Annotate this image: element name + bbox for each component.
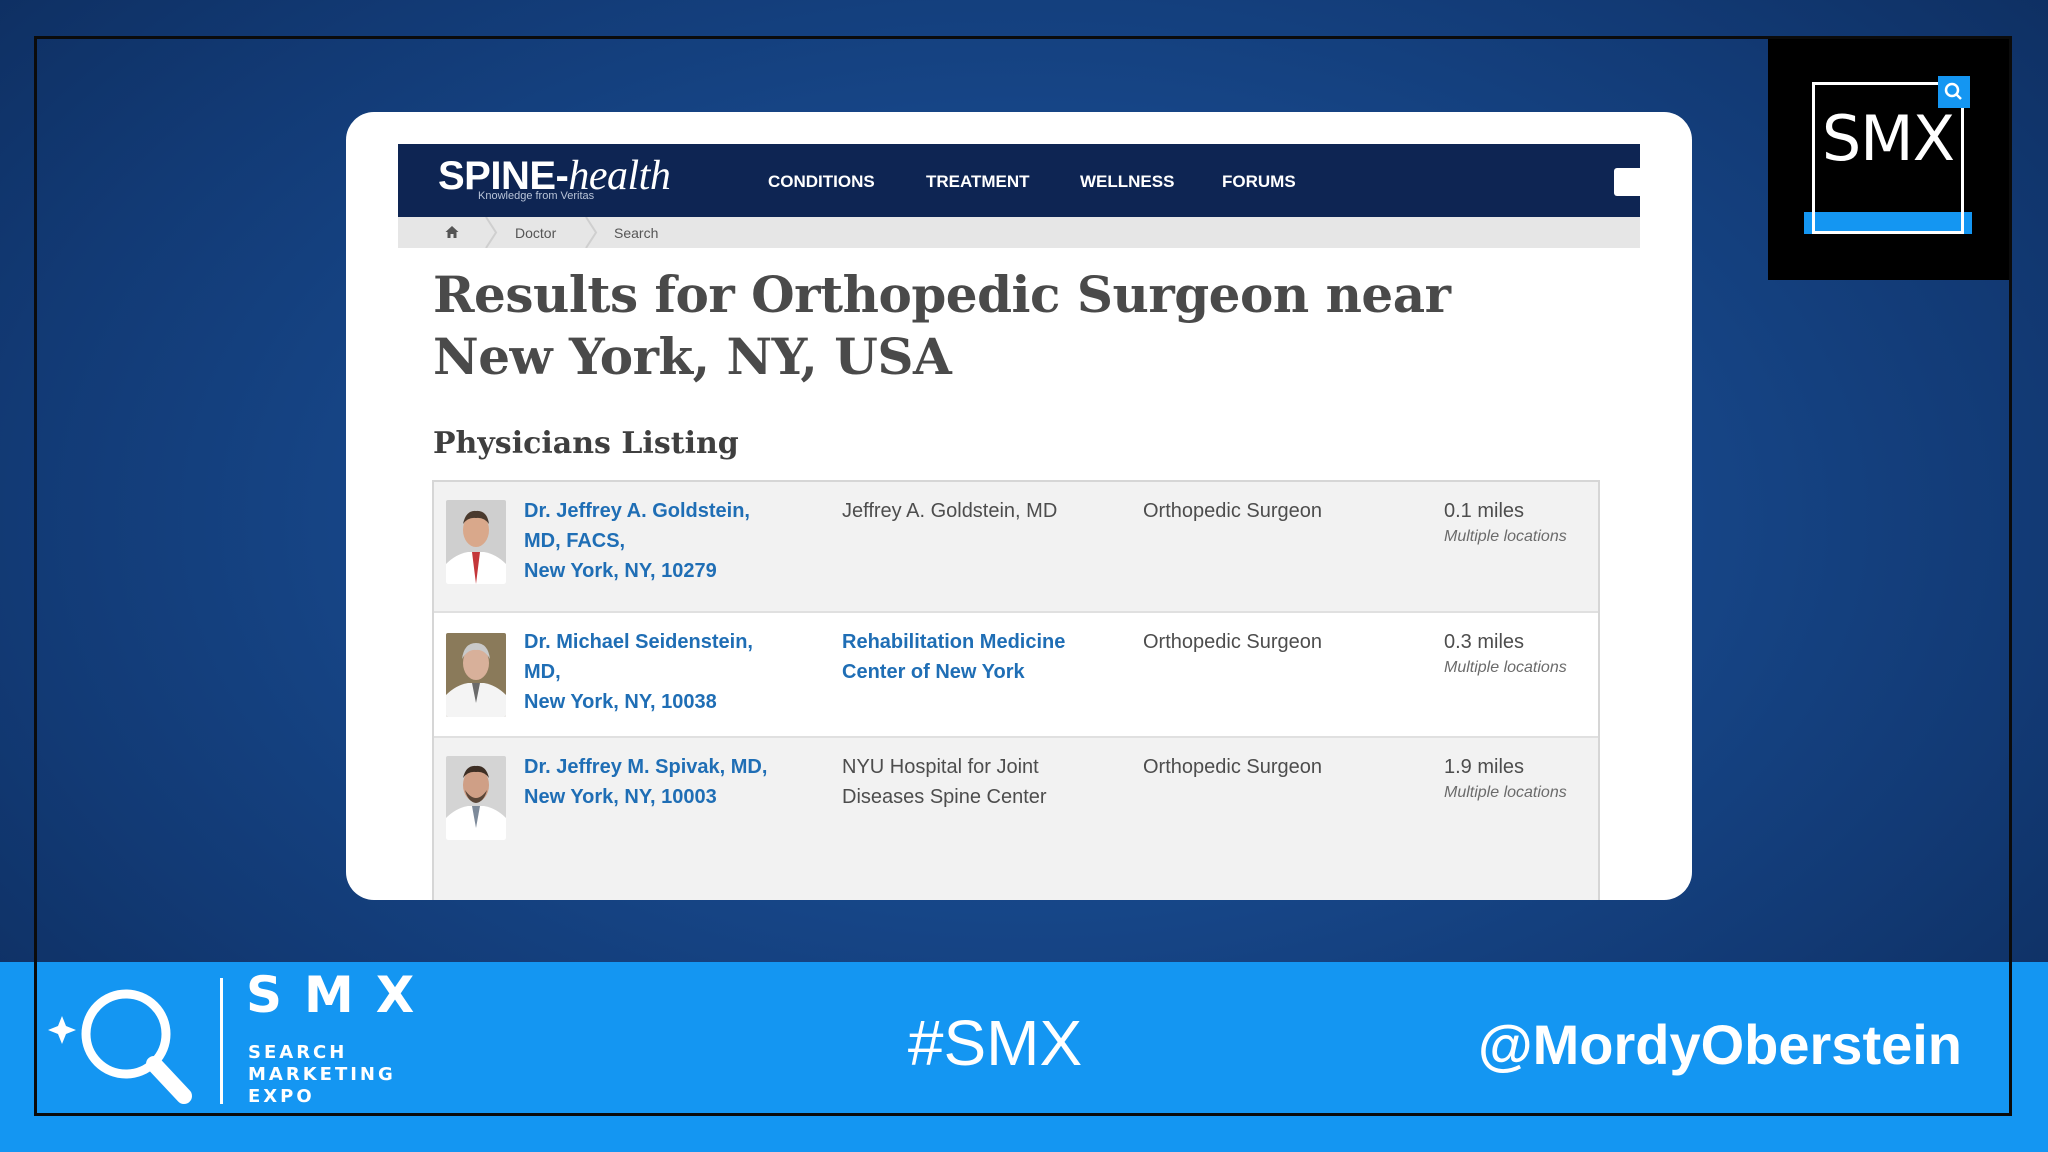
- doctor-location: New York, NY, 10003: [524, 786, 717, 808]
- doctor-name-link[interactable]: Dr. Jeffrey A. Goldstein, MD, FACS, New …: [524, 496, 764, 586]
- breadcrumb: Doctor Search: [398, 217, 1640, 248]
- doctor-name: Dr. Michael Seidenstein, MD,: [524, 631, 753, 683]
- brand-divider: [220, 978, 223, 1104]
- specialty: Orthopedic Surgeon: [1143, 500, 1323, 522]
- nav-wellness[interactable]: WELLNESS: [1080, 172, 1174, 192]
- brand-sub-line: EXPO: [248, 1086, 315, 1107]
- doctor-photo[interactable]: [446, 756, 506, 840]
- doctor-photo[interactable]: [446, 500, 506, 584]
- doctor-location: New York, NY, 10279: [524, 560, 717, 582]
- logo-tagline: Knowledge from Veritas: [478, 190, 595, 202]
- nav-forums[interactable]: FORUMS: [1222, 172, 1296, 192]
- table-row: Dr. Jeffrey M. Spivak, MD, New York, NY,…: [434, 738, 1598, 900]
- doctor-location: New York, NY, 10038: [524, 691, 717, 713]
- page-title: Results for Orthopedic Surgeon near New …: [433, 265, 1451, 386]
- smx-logo-text: SMX: [1821, 102, 1955, 175]
- section-title: Physicians Listing: [433, 426, 739, 461]
- brand-wordmark: SMX: [246, 966, 437, 1024]
- brand-subtitle: SEARCH MARKETING EXPO: [248, 1042, 448, 1108]
- locations-note: Multiple locations: [1444, 528, 1567, 545]
- breadcrumb-separator: [485, 217, 498, 248]
- practice-name: NYU Hospital for Joint Diseases Spine Ce…: [842, 756, 1047, 808]
- table-row: Dr. Jeffrey A. Goldstein, MD, FACS, New …: [434, 482, 1598, 613]
- breadcrumb-search[interactable]: Search: [614, 225, 658, 241]
- breadcrumb-doctor[interactable]: Doctor: [515, 225, 556, 241]
- locations-note: Multiple locations: [1444, 659, 1567, 676]
- practice-link[interactable]: Rehabilitation Medicine Center of New Yo…: [842, 627, 1082, 687]
- brand-sub-line: SEARCH: [248, 1042, 348, 1063]
- event-hashtag: #SMX: [907, 1007, 1083, 1079]
- smx-corner-logo: SMX: [1768, 36, 2012, 280]
- specialty: Orthopedic Surgeon: [1143, 756, 1323, 778]
- doctor-photo[interactable]: [446, 633, 506, 717]
- home-icon[interactable]: [444, 224, 460, 240]
- brand-sub-line: MARKETING: [248, 1064, 396, 1085]
- locations-note: Multiple locations: [1444, 784, 1567, 801]
- physicians-table: Dr. Jeffrey A. Goldstein, MD, FACS, New …: [432, 480, 1600, 900]
- doctor-name: Dr. Jeffrey M. Spivak, MD,: [524, 756, 768, 778]
- site-search-input[interactable]: [1614, 168, 1644, 196]
- doctor-name-link[interactable]: Dr. Jeffrey M. Spivak, MD, New York, NY,…: [524, 752, 784, 812]
- table-row: Dr. Michael Seidenstein, MD, New York, N…: [434, 613, 1598, 738]
- breadcrumb-separator: [585, 217, 598, 248]
- site-navbar: SPINE-health Knowledge from Veritas COND…: [398, 144, 1644, 217]
- nav-treatment[interactable]: TREATMENT: [926, 172, 1030, 192]
- doctor-name-link[interactable]: Dr. Michael Seidenstein, MD, New York, N…: [524, 627, 784, 717]
- practice-name: Jeffrey A. Goldstein, MD: [842, 500, 1058, 522]
- spine-health-page: SPINE-health Knowledge from Veritas COND…: [398, 144, 1644, 900]
- nav-conditions[interactable]: CONDITIONS: [768, 172, 875, 192]
- doctor-name: Dr. Jeffrey A. Goldstein, MD, FACS,: [524, 500, 750, 552]
- website-screenshot-card: SPINE-health Knowledge from Veritas COND…: [346, 112, 1692, 900]
- logo-search-icon: [1938, 76, 1970, 108]
- smx-search-magnifier-icon: [48, 989, 192, 1104]
- specialty: Orthopedic Surgeon: [1143, 631, 1323, 653]
- speaker-handle: @MordyOberstein: [1477, 1013, 1962, 1076]
